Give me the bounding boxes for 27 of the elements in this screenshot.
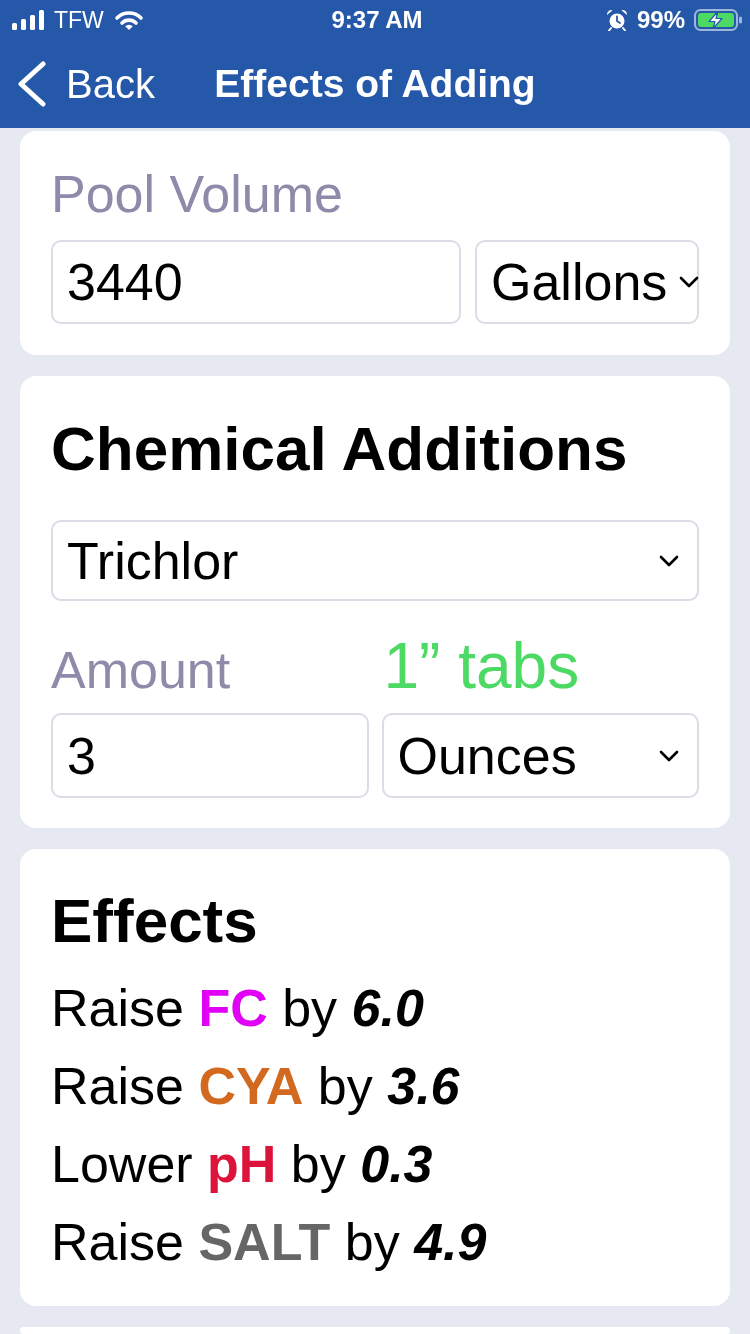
section-title: Chemical Additions xyxy=(51,414,629,484)
signal-icon xyxy=(12,10,44,30)
effect-text: Raise CYA by 3.6 xyxy=(51,1056,460,1117)
dropdown[interactable]: Gallons xyxy=(475,240,699,324)
dropdown[interactable]: Ounces xyxy=(381,713,699,798)
hint-text: 1” tabs xyxy=(382,630,581,702)
section-title: Effects xyxy=(51,886,259,956)
battery-percent: 99% xyxy=(636,6,685,34)
effect-text: Raise FC by 6.0 xyxy=(51,978,424,1039)
chevron-left-icon xyxy=(18,61,46,107)
battery-icon xyxy=(694,9,742,31)
dropdown[interactable]: Trichlor xyxy=(51,520,699,601)
effect-text: Raise SALT by 4.9 xyxy=(51,1212,487,1273)
effect-text: Lower pH by 0.3 xyxy=(51,1134,433,1195)
chevron-down-icon xyxy=(679,276,700,288)
input-field[interactable]: 3 xyxy=(51,713,369,798)
nav-title: Effects of Adding xyxy=(214,62,536,106)
alarm-clock-icon xyxy=(605,9,628,31)
wifi-icon xyxy=(113,9,144,31)
field-label: Amount xyxy=(51,640,232,700)
chevron-down-icon xyxy=(659,749,679,762)
field-label: Pool Volume xyxy=(51,164,344,224)
input-field[interactable]: 3440 xyxy=(51,240,461,324)
status-time: 9:37 AM xyxy=(331,6,423,34)
carrier-name: TFW xyxy=(54,6,104,34)
chevron-down-icon xyxy=(659,554,679,567)
back-button[interactable]: Back xyxy=(0,52,155,116)
